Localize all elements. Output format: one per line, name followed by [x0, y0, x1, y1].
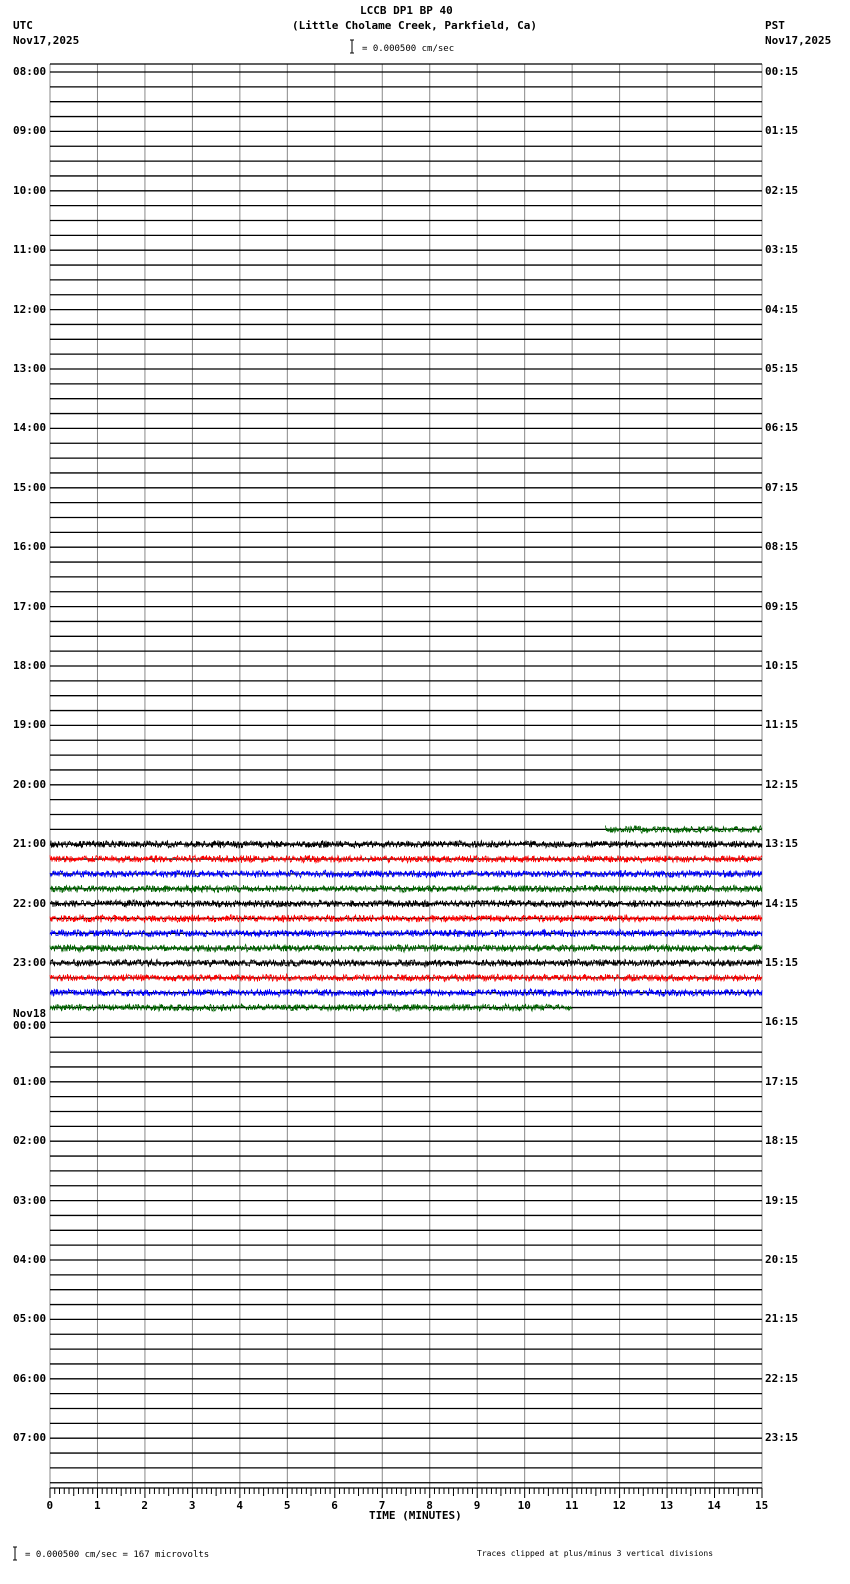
x-tick-label: 12 — [612, 1499, 626, 1512]
pst-hour-label: 19:15 — [765, 1193, 799, 1207]
x-tick-label: 6 — [331, 1499, 338, 1512]
utc-hour-label: 17:00 — [13, 599, 47, 613]
utc-hour-label: 03:00 — [13, 1193, 47, 1207]
helicorder-plot — [13, 39, 763, 1561]
utc-hour-label: 11:00 — [13, 243, 47, 257]
x-tick-label: 0 — [46, 1499, 54, 1512]
utc-hour-label: 14:00 — [13, 421, 47, 435]
pst-hour-label: 23:15 — [765, 1431, 799, 1445]
x-tick-label: 3 — [188, 1499, 196, 1512]
utc-hour-label: 15:00 — [13, 480, 47, 494]
pst-hour-label: 17:15 — [765, 1074, 799, 1088]
pst-hour-label: 14:15 — [765, 896, 799, 910]
seismic-trace — [49, 927, 763, 939]
pst-hour-label: 16:15 — [765, 1015, 799, 1029]
seismic-trace — [49, 943, 763, 954]
seismic-trace — [49, 883, 763, 894]
pst-hour-label: 15:15 — [765, 956, 799, 969]
utc-hour-label: 06:00 — [13, 1371, 47, 1385]
x-tick-label: 1 — [93, 1499, 101, 1512]
pst-hour-label: 20:15 — [765, 1253, 799, 1266]
seismic-trace — [49, 868, 762, 879]
pst-hour-label: 21:15 — [765, 1312, 799, 1326]
pst-hour-label: 18:15 — [765, 1134, 799, 1148]
pst-hour-label: 10:15 — [765, 659, 799, 672]
utc-hour-label: 01:00 — [13, 1074, 47, 1088]
utc-hour-label: 00:00 — [13, 1019, 47, 1033]
utc-hour-label: 12:00 — [13, 302, 47, 316]
footer-scale-bar-icon — [13, 1546, 17, 1561]
utc-hour-label: 18:00 — [13, 659, 47, 672]
x-tick-label: 14 — [707, 1499, 721, 1512]
seismic-trace — [49, 1002, 573, 1013]
utc-hour-label: 16:00 — [13, 540, 47, 554]
x-tick-label: 9 — [473, 1499, 481, 1512]
pst-hour-label: 07:15 — [765, 480, 799, 494]
x-tick-label: 2 — [141, 1499, 149, 1512]
utc-hour-label: 09:00 — [13, 124, 47, 138]
utc-hour-label: 10:00 — [13, 183, 47, 197]
utc-hour-label: 04:00 — [13, 1253, 47, 1266]
x-tick-label: 10 — [517, 1499, 531, 1512]
pst-hour-label: 09:15 — [765, 599, 799, 613]
pst-hour-label: 01:15 — [765, 124, 799, 138]
utc-hour-label: 02:00 — [13, 1134, 47, 1148]
x-tick-label: 11 — [565, 1499, 579, 1512]
seismic-trace — [605, 824, 763, 835]
pst-hour-label: 11:15 — [765, 718, 799, 732]
seismic-trace — [49, 854, 763, 865]
pst-hour-label: 13:15 — [765, 837, 799, 851]
pst-hour-label: 04:15 — [765, 302, 799, 316]
utc-hour-label: 23:00 — [13, 956, 47, 969]
utc-hour-label: 05:00 — [13, 1312, 47, 1326]
utc-hour-label: 20:00 — [13, 777, 47, 791]
utc-hour-label: 13:00 — [13, 362, 47, 375]
x-tick-label: 15 — [755, 1499, 769, 1512]
seismic-trace — [49, 973, 763, 983]
pst-hour-label: 05:15 — [765, 362, 799, 375]
x-tick-label: 8 — [426, 1499, 433, 1512]
utc-hour-label: 08:00 — [13, 65, 47, 78]
pst-hour-label: 08:15 — [765, 540, 799, 554]
seismic-trace — [49, 913, 763, 924]
scale-bar-icon — [350, 39, 354, 54]
utc-hour-label: 07:00 — [13, 1431, 47, 1445]
pst-hour-label: 22:15 — [765, 1371, 799, 1385]
x-tick-label: 7 — [378, 1499, 386, 1512]
utc-hour-label: 22:00 — [13, 896, 47, 910]
pst-hour-label: 06:15 — [765, 421, 799, 435]
pst-hour-label: 12:15 — [765, 777, 799, 791]
pst-hour-label: 00:15 — [765, 65, 799, 78]
pst-hour-label: 03:15 — [765, 243, 799, 257]
pst-hour-label: 02:15 — [765, 183, 799, 197]
utc-hour-label: 19:00 — [13, 718, 47, 732]
x-tick-label: 13 — [660, 1499, 674, 1512]
utc-hour-label: 21:00 — [13, 837, 47, 851]
x-tick-label: 4 — [236, 1499, 243, 1512]
x-tick-label: 5 — [283, 1499, 291, 1512]
